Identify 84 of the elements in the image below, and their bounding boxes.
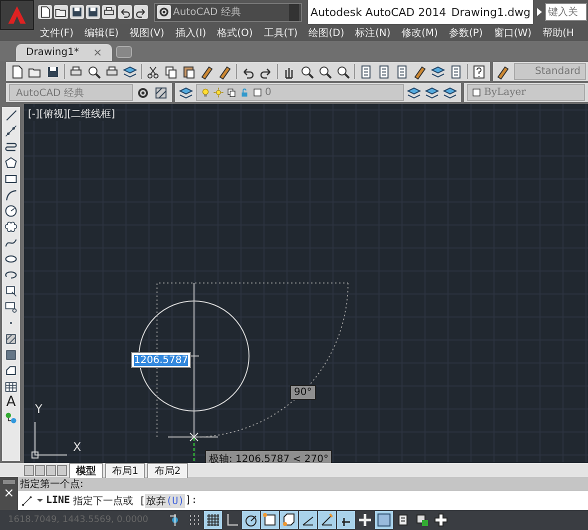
tracking-icon[interactable] xyxy=(299,511,317,529)
undo-icon[interactable] xyxy=(118,5,132,19)
menu-item[interactable]: 插入(I) xyxy=(175,26,206,40)
zoom-window-icon[interactable] xyxy=(317,64,333,80)
lineweight-icon[interactable] xyxy=(356,511,374,529)
menu-item[interactable]: 绘图(D) xyxy=(308,26,344,40)
document-tab[interactable]: Drawing1* × xyxy=(16,44,112,61)
menu-item[interactable]: 标注(N) xyxy=(355,26,391,40)
bulb-icon[interactable] xyxy=(200,87,211,98)
menu-item[interactable]: 参数(P) xyxy=(448,26,483,40)
tab-label: Drawing1* xyxy=(26,47,79,58)
menu-item[interactable]: 工具(T) xyxy=(264,26,298,40)
polar-tooltip: 极轴: 1206.5787 < 270° xyxy=(205,450,332,463)
drag-handle-icon[interactable] xyxy=(3,480,15,484)
grid-icon[interactable] xyxy=(204,511,222,529)
line-icon[interactable] xyxy=(21,494,34,507)
menu-item[interactable]: 修改(M) xyxy=(402,26,438,40)
save-icon[interactable] xyxy=(86,5,100,19)
paste-icon[interactable] xyxy=(181,64,197,80)
menu-item[interactable]: 编辑(E) xyxy=(84,26,119,40)
transparency-icon[interactable] xyxy=(375,511,393,529)
dynamic-input-field[interactable]: 1206.5787 xyxy=(131,352,192,368)
viewport-label[interactable]: [-][俯视][二维线框] xyxy=(27,107,116,121)
menu-item[interactable]: 窗口(W) xyxy=(494,26,532,40)
axis-label: Y xyxy=(35,402,42,416)
folder-icon[interactable] xyxy=(54,5,68,19)
add-selected-icon[interactable] xyxy=(4,411,18,425)
table-icon[interactable] xyxy=(4,380,18,394)
new-file-icon[interactable] xyxy=(38,5,52,19)
axis-label: X xyxy=(73,440,82,454)
layers-icon[interactable] xyxy=(406,84,422,100)
workspace-dropdown[interactable]: AutoCAD 经典 xyxy=(154,2,302,22)
cursor-marker-icon xyxy=(190,432,198,442)
text-tool-button[interactable]: A xyxy=(6,395,16,410)
help-icon[interactable] xyxy=(471,64,487,80)
cube-snap-icon[interactable] xyxy=(280,511,298,529)
polar-icon[interactable] xyxy=(242,511,260,529)
layout-tab[interactable]: 模型 xyxy=(69,462,103,478)
region-icon[interactable] xyxy=(4,364,18,378)
redo-icon[interactable] xyxy=(134,5,148,19)
rectangle-icon[interactable] xyxy=(4,172,18,186)
command-name: LINE xyxy=(46,495,70,506)
menu-item[interactable]: 视图(V) xyxy=(130,26,164,40)
angle-tooltip: 90° xyxy=(290,385,316,400)
gradient-icon[interactable] xyxy=(4,348,18,362)
construction-line-icon[interactable] xyxy=(4,124,18,138)
command-prompt: 指定下一点或 [ xyxy=(73,494,146,508)
preview-icon[interactable] xyxy=(86,64,102,80)
dynamic-input-icon[interactable] xyxy=(337,511,355,529)
layout-tab[interactable]: 布局2 xyxy=(147,462,188,478)
printer-icon[interactable] xyxy=(102,5,116,19)
menu-item[interactable]: 格式(O) xyxy=(217,26,253,40)
logo-icon xyxy=(6,4,28,26)
layers-icon[interactable] xyxy=(178,84,194,100)
hatch-icon[interactable] xyxy=(4,332,18,346)
menu-item[interactable]: 帮助(H xyxy=(542,26,574,40)
drawing-canvas[interactable]: [-][俯视][二维线框] 1206.5787 90° 极轴: 1206.5787 < 270° X Y xyxy=(24,104,588,463)
color-swatch-icon[interactable] xyxy=(471,87,482,98)
zoom-previous-icon[interactable] xyxy=(335,64,351,80)
workspace-icon[interactable] xyxy=(153,84,169,100)
zoom-icon[interactable] xyxy=(299,64,315,80)
app-title: Autodesk AutoCAD 2014 xyxy=(310,6,446,18)
file-name: Drawing1.dwg xyxy=(451,6,530,18)
object-snap-icon[interactable] xyxy=(261,511,279,529)
arc-icon[interactable] xyxy=(4,188,18,202)
tracking-line xyxy=(193,438,195,462)
block-icon[interactable] xyxy=(4,300,18,314)
option-link[interactable]: 放弃(U) xyxy=(145,494,186,508)
cloud-icon[interactable] xyxy=(4,220,18,234)
copy-icon[interactable] xyxy=(163,64,179,80)
insert-block-icon[interactable] xyxy=(4,284,18,298)
search-field[interactable]: 键入关 xyxy=(545,3,587,21)
color-swatch-icon[interactable] xyxy=(252,87,263,98)
circle-icon[interactable] xyxy=(4,204,18,218)
line-icon[interactable] xyxy=(4,108,18,122)
dropdown-caret-icon[interactable] xyxy=(37,499,43,502)
polyline-icon[interactable] xyxy=(4,140,18,154)
menu-item[interactable]: 文件(F) xyxy=(40,26,74,40)
layout-tab[interactable]: 布局1 xyxy=(105,462,146,478)
gear-icon[interactable] xyxy=(157,5,171,19)
polygon-icon[interactable] xyxy=(4,156,18,170)
close-button[interactable]: × xyxy=(92,46,102,59)
command-prompt: ]: xyxy=(185,495,198,506)
save-icon[interactable] xyxy=(70,5,84,19)
